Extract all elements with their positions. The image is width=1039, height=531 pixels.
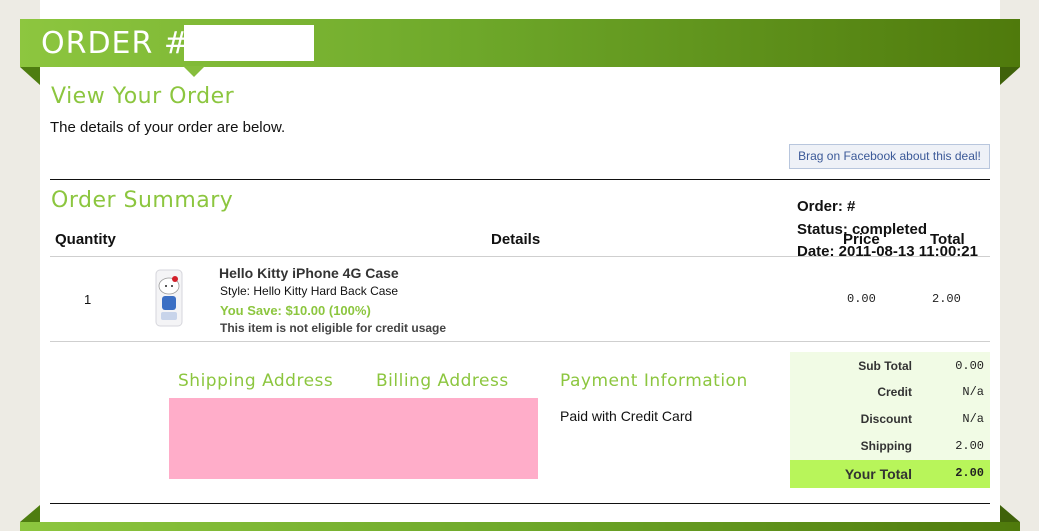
grand-total-label: Your Total <box>844 466 912 482</box>
item-price: 0.00 <box>847 292 876 306</box>
item-style-value: Hello Kitty Hard Back Case <box>253 284 399 298</box>
order-number-label: Order: # <box>797 198 856 215</box>
discount-value: N/a <box>962 412 984 426</box>
item-credit-note: This item is not eligible for credit usa… <box>220 321 447 335</box>
payment-information-heading: Payment Information <box>560 371 748 391</box>
shipping-label: Shipping <box>860 439 912 453</box>
bottom-fold-right <box>1000 505 1020 522</box>
column-details: Details <box>491 231 541 248</box>
intro-text: The details of your order are below. <box>50 119 286 136</box>
hello-kitty-case-thumbnail-icon <box>155 269 183 327</box>
section-divider <box>50 179 990 180</box>
order-date: Date: 2011-08-13 11:00:21 <box>797 243 978 260</box>
credit-label: Credit <box>877 385 912 399</box>
subtotal-label: Sub Total <box>858 359 912 373</box>
item-name[interactable]: Hello Kitty iPhone 4G Case <box>219 265 399 281</box>
credit-value: N/a <box>962 385 984 399</box>
payment-method-text: Paid with Credit Card <box>560 408 693 424</box>
order-number-redaction <box>184 25 314 61</box>
order-status: Status: completed <box>797 221 928 238</box>
column-quantity: Quantity <box>55 231 116 248</box>
shipping-value: 2.00 <box>955 439 984 453</box>
order-summary-heading: Order Summary <box>51 188 234 213</box>
banner-fold-right <box>1000 67 1020 85</box>
view-order-heading: View Your Order <box>51 84 235 109</box>
shipping-address-heading: Shipping Address <box>178 371 334 391</box>
footer-divider <box>50 503 990 504</box>
discount-label: Discount <box>860 412 912 426</box>
grand-total-value: 2.00 <box>955 466 984 480</box>
item-style: Style: Hello Kitty Hard Back Case <box>220 284 398 298</box>
billing-address-heading: Billing Address <box>376 371 509 391</box>
banner-fold-left <box>20 67 40 85</box>
item-total: 2.00 <box>932 292 961 306</box>
item-savings: You Save: $10.00 (100%) <box>220 303 371 318</box>
header-row-divider <box>50 256 990 257</box>
facebook-brag-button[interactable]: Brag on Facebook about this deal! <box>789 144 990 169</box>
item-quantity: 1 <box>84 292 92 307</box>
item-style-label: Style: <box>220 284 251 298</box>
top-strip <box>40 0 1000 20</box>
bottom-banner <box>20 522 1020 531</box>
order-number-title: ORDER # <box>41 26 191 61</box>
subtotal-value: 0.00 <box>955 359 984 373</box>
bottom-fold-left <box>20 505 40 522</box>
item-row-divider <box>50 341 990 342</box>
banner-pointer <box>183 66 205 77</box>
address-redaction <box>169 398 538 479</box>
